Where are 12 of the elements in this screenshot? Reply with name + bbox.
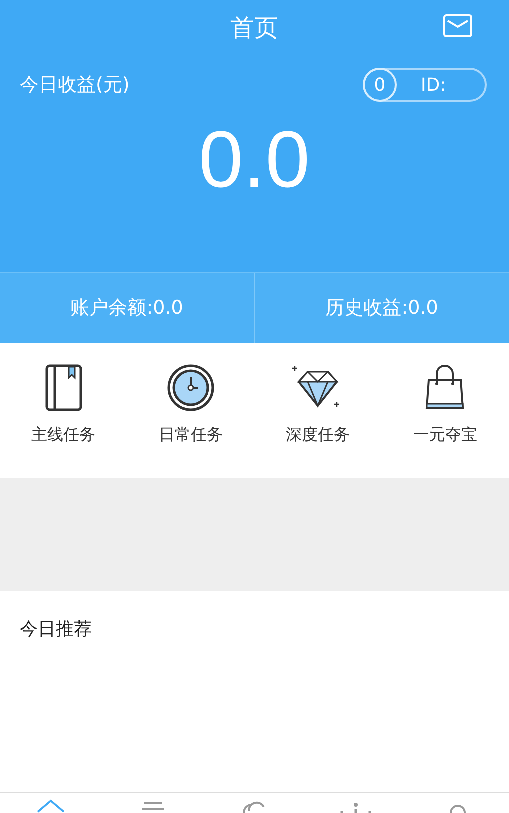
count-badge: 0 [363,68,397,102]
balance-text: 历史收益:0.0 [326,296,438,321]
mail-icon[interactable] [443,14,473,38]
earnings-amount: 0.0 [198,120,312,200]
book-icon [44,363,84,413]
earnings-label: 今日收益(元) [20,73,130,98]
clock-icon [166,363,215,413]
section-title: 今日推荐 [20,619,92,640]
balance-text: 账户余额:0.0 [70,296,184,321]
home-icon [36,799,66,813]
id-label: ID: [421,74,446,96]
page-title: 首页 [230,13,278,44]
